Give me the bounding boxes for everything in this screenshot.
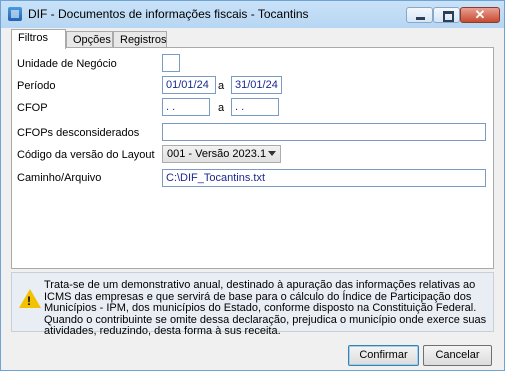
window-title: DIF - Documentos de informações fiscais … (28, 7, 309, 21)
close-button[interactable]: ✕ (460, 7, 500, 23)
cancel-button[interactable]: Cancelar (423, 345, 492, 366)
cfop-start-field[interactable]: . . (162, 98, 210, 116)
cfop-end-field[interactable]: . . (231, 98, 279, 116)
periodo-label: Período (17, 80, 56, 92)
cfop-separator: a (218, 102, 225, 114)
caminho-field[interactable]: C:\DIF_Tocantins.txt (162, 169, 486, 187)
layout-version-label: Código da versão do Layout (17, 149, 155, 161)
filtros-panel: Unidade de Negócio Período 01/01/24 a 31… (11, 47, 494, 269)
dialog-window: DIF - Documentos de informações fiscais … (0, 0, 505, 371)
tab-filtros[interactable]: Filtros (11, 29, 66, 49)
periodo-end-field[interactable]: 31/01/24 (231, 76, 282, 94)
minimize-button[interactable] (406, 7, 433, 23)
cfops-desconsiderados-field[interactable] (162, 123, 486, 141)
minimize-icon (416, 17, 425, 20)
chevron-down-icon (268, 151, 276, 156)
app-icon (8, 7, 22, 21)
tab-registros[interactable]: Registros (113, 31, 167, 48)
dialog-body: Filtros Opções Registros Unidade de Negó… (8, 29, 497, 366)
cfops-desconsiderados-label: CFOPs desconsiderados (17, 127, 140, 139)
unidade-field[interactable] (162, 54, 180, 72)
tab-opcoes[interactable]: Opções (66, 31, 113, 48)
unidade-label: Unidade de Negócio (17, 58, 117, 70)
title-bar[interactable]: DIF - Documentos de informações fiscais … (1, 1, 504, 28)
warning-exclamation: ! (27, 294, 31, 308)
close-icon: ✕ (474, 7, 486, 22)
layout-version-value: 001 - Versão 2023.1 (167, 148, 267, 160)
maximize-icon (443, 11, 454, 22)
confirm-button[interactable]: Confirmar (348, 345, 419, 366)
cfop-label: CFOP (17, 102, 48, 114)
caminho-label: Caminho/Arquivo (17, 172, 102, 184)
layout-version-select[interactable]: 001 - Versão 2023.1 (162, 145, 281, 163)
periodo-separator: a (218, 80, 225, 92)
info-text: Trata-se de um demonstrativo anual, dest… (44, 279, 487, 337)
maximize-button[interactable] (433, 7, 460, 23)
periodo-start-field[interactable]: 01/01/24 (162, 76, 216, 94)
info-panel: ! Trata-se de um demonstrativo anual, de… (11, 272, 494, 337)
